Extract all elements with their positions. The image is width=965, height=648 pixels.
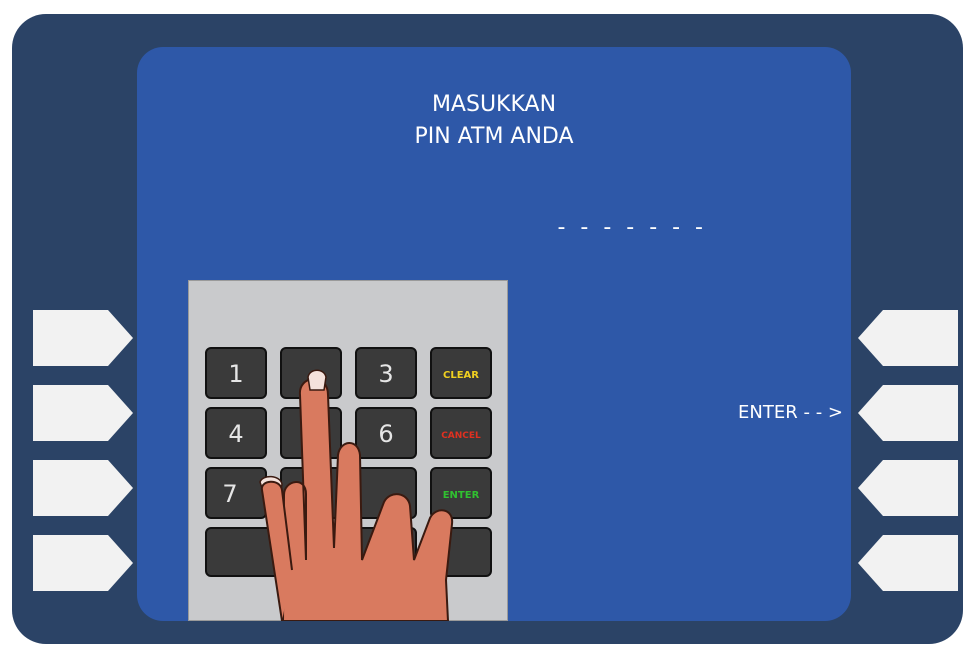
keypad-key-cancel[interactable]: CANCEL [430,407,492,459]
keypad-label-1: 1 [228,360,243,388]
keypad-label-enter: ENTER [443,490,480,501]
title-line-2: PIN ATM ANDA [414,124,574,149]
keypad-label-clear: CLEAR [443,370,479,381]
keypad-label-6: 6 [378,420,393,448]
page-title: MASUKKAN PIN ATM ANDA [137,89,851,153]
atm-screen: MASUKKAN PIN ATM ANDA - - - - - - - ENTE… [137,47,851,621]
keypad-illustration: 1 3 CLEAR 4 6 CANCEL 7 ENTER [188,280,508,621]
keypad-key-clear[interactable]: CLEAR [430,347,492,399]
pin-entry-field[interactable]: - - - - - - - [137,215,707,240]
title-line-1: MASUKKAN [431,92,557,117]
enter-side-label: ENTER - - > [738,402,843,423]
keypad-label-cancel: CANCEL [441,431,481,441]
keypad-label-7: 7 [222,480,237,508]
keypad-key-1[interactable]: 1 [205,347,267,399]
keypad-key-3[interactable]: 3 [355,347,417,399]
keypad-key-4[interactable]: 4 [205,407,267,459]
keypad-label-4: 4 [228,420,243,448]
keypad-key-7[interactable]: 7 [205,467,267,519]
keypad-label-3: 3 [378,360,393,388]
keypad-key-6[interactable]: 6 [355,407,417,459]
